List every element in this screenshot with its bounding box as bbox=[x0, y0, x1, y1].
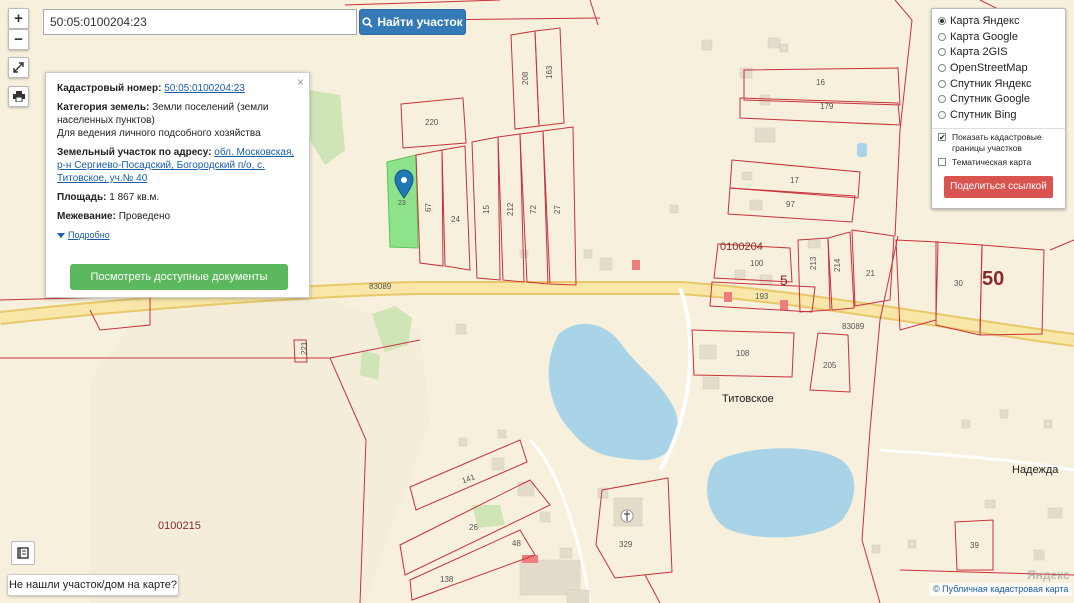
parcel-number: 48 bbox=[512, 539, 521, 548]
land-category-label: Категория земель: bbox=[57, 102, 150, 113]
parcel-number: 221 bbox=[300, 341, 309, 355]
survey-value: Проведено bbox=[118, 211, 171, 222]
parcel-number: 179 bbox=[820, 102, 834, 111]
parcel-number: 208 bbox=[521, 71, 530, 85]
find-parcel-label: Найти участок bbox=[377, 15, 463, 29]
printer-icon bbox=[12, 91, 25, 102]
parcel-number: 30 bbox=[954, 279, 963, 288]
permitted-use-value: Для ведения личного подсобного хозяйства bbox=[57, 128, 261, 139]
road-label: 83089 bbox=[842, 322, 865, 331]
fullscreen-button[interactable] bbox=[8, 57, 29, 78]
legend-button[interactable] bbox=[11, 541, 35, 565]
show-cadastral-label: Показать кадастровые границы участков bbox=[952, 131, 1042, 153]
parcel-number: 329 bbox=[619, 540, 633, 549]
radio-button[interactable] bbox=[938, 79, 946, 88]
expand-icon bbox=[13, 62, 24, 73]
parcel-number: 205 bbox=[823, 361, 837, 370]
parcel-number: 24 bbox=[451, 215, 460, 224]
find-parcel-button[interactable]: Найти участок bbox=[359, 9, 466, 35]
layer-option-yandex-satellite[interactable]: Спутник Яндекс bbox=[938, 76, 1059, 92]
attribution-link[interactable]: © Публичная кадастровая карта bbox=[929, 583, 1073, 596]
layer-label: Карта Яндекс bbox=[950, 14, 1020, 27]
layer-option-bing-satellite[interactable]: Спутник Bing bbox=[938, 107, 1059, 123]
cadastral-number-label: Кадастровый номер: bbox=[57, 83, 162, 94]
close-icon[interactable]: × bbox=[297, 76, 304, 89]
parcel-number: 17 bbox=[790, 176, 799, 185]
radio-button[interactable] bbox=[938, 63, 946, 72]
parcel-number: 23 bbox=[398, 200, 406, 207]
parcel-number: 213 bbox=[809, 256, 818, 270]
layer-label: Карта 2GIS bbox=[950, 46, 1008, 59]
layer-option-google-satellite[interactable]: Спутник Google bbox=[938, 91, 1059, 107]
radio-button[interactable] bbox=[938, 16, 946, 25]
checkbox[interactable] bbox=[938, 157, 946, 166]
thematic-map-label: Тематическая карта bbox=[952, 156, 1032, 167]
share-link-button[interactable]: Поделиться ссылкой bbox=[944, 175, 1053, 198]
district-label: 50 bbox=[982, 268, 1004, 290]
parcel-number: 67 bbox=[424, 203, 433, 212]
parcel-number: 27 bbox=[553, 205, 562, 214]
parcel-number: 138 bbox=[440, 575, 454, 584]
layer-label: Спутник Яндекс bbox=[950, 77, 1032, 90]
area-label: Площадь: bbox=[57, 192, 107, 203]
zoom-in-button[interactable]: + bbox=[8, 8, 29, 29]
parcel-number: 100 bbox=[750, 259, 764, 268]
parcel-info-popup: × Кадастровый номер: 50:05:0100204:23 Ка… bbox=[45, 72, 310, 298]
layer-label: Спутник Bing bbox=[950, 108, 1017, 121]
quarter-label: 0100215 bbox=[158, 520, 201, 532]
parcel-number: 15 bbox=[482, 205, 491, 214]
layer-option-yandex-map[interactable]: Карта Яндекс bbox=[938, 13, 1059, 29]
layer-option-2gis-map[interactable]: Карта 2GIS bbox=[938, 44, 1059, 60]
show-cadastral-toggle[interactable]: ✔ Показать кадастровые границы участков bbox=[938, 132, 1059, 154]
zoom-out-button[interactable]: − bbox=[8, 29, 29, 50]
details-link[interactable]: Подробно bbox=[68, 229, 110, 242]
thematic-map-toggle[interactable]: Тематическая карта bbox=[938, 157, 1059, 168]
caret-down-icon bbox=[57, 232, 65, 238]
radio-button[interactable] bbox=[938, 32, 946, 41]
parcel-number: 72 bbox=[529, 205, 538, 214]
radio-button[interactable] bbox=[938, 95, 946, 104]
cadastral-search-input[interactable] bbox=[43, 9, 357, 35]
village-label: Титовское bbox=[722, 393, 774, 405]
view-documents-button[interactable]: Посмотреть доступные документы bbox=[70, 264, 288, 290]
parcel-number: 163 bbox=[545, 65, 554, 79]
layer-label: OpenStreetMap bbox=[950, 61, 1028, 74]
cadastral-number-link[interactable]: 50:05:0100204:23 bbox=[164, 83, 245, 94]
parcel-number: 212 bbox=[506, 202, 515, 216]
search-icon bbox=[362, 16, 373, 28]
parcel-number: 97 bbox=[786, 200, 795, 209]
layer-option-google-map[interactable]: Карта Google bbox=[938, 29, 1059, 45]
print-button[interactable] bbox=[8, 86, 29, 107]
church-icon bbox=[620, 509, 634, 523]
district-label: 5 bbox=[780, 272, 788, 288]
layer-option-openstreetmap[interactable]: OpenStreetMap bbox=[938, 60, 1059, 76]
area-value: 1 867 кв.м. bbox=[109, 192, 160, 203]
parcel-number: 214 bbox=[833, 258, 842, 272]
parcel-number: 26 bbox=[469, 523, 478, 532]
yandex-watermark: Яндекс bbox=[1027, 568, 1070, 582]
layer-label: Спутник Google bbox=[950, 93, 1030, 106]
parcel-number: 21 bbox=[866, 269, 875, 278]
parcel-number: 39 bbox=[970, 541, 979, 550]
survey-label: Межевание: bbox=[57, 211, 116, 222]
layer-label: Карта Google bbox=[950, 30, 1018, 43]
parcel-number: 108 bbox=[736, 349, 750, 358]
village-label: Надежда bbox=[1012, 464, 1059, 476]
checkbox-checked-icon[interactable]: ✔ bbox=[938, 132, 946, 141]
radio-button[interactable] bbox=[938, 48, 946, 57]
legend-icon bbox=[17, 547, 29, 559]
quarter-label: 0100204 bbox=[720, 241, 763, 253]
parcel-number: 193 bbox=[755, 292, 769, 301]
address-label: Земельный участок по адресу: bbox=[57, 147, 212, 158]
parcel-number: 16 bbox=[816, 78, 825, 87]
parcel-number: 220 bbox=[425, 118, 439, 127]
details-toggle[interactable]: Подробно bbox=[57, 229, 298, 242]
road-label: 83089 bbox=[369, 282, 392, 291]
not-found-button[interactable]: Не нашли участок/дом на карте? bbox=[7, 574, 179, 596]
layer-switcher-panel: Карта Яндекс Карта Google Карта 2GIS Ope… bbox=[931, 8, 1066, 209]
radio-button[interactable] bbox=[938, 110, 946, 119]
